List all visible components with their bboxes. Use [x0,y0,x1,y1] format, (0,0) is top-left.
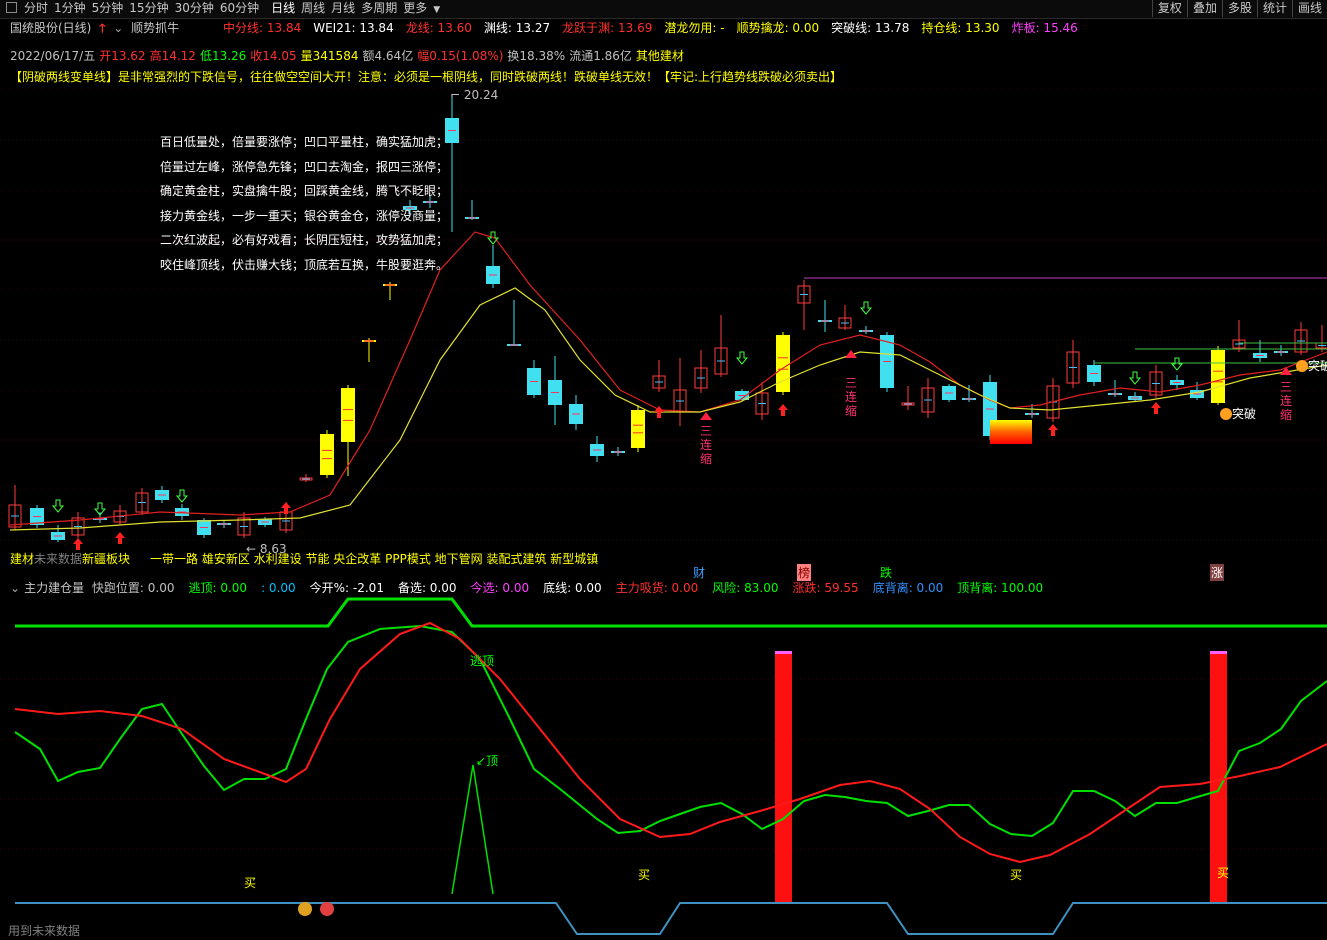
buy-arrow-icon [1048,424,1058,436]
breakout-label-2: 突破 [1296,357,1327,374]
heart-badge-icon [320,902,334,916]
candle-body [341,388,355,442]
concept-bar: 建材未来数据新疆板块 一带一路 雄安新区 水利建设 节能 央企改革 PPP模式 地… [10,550,598,568]
sell-arrow-icon [1170,357,1184,371]
breakout-text: 突破 [1232,407,1257,421]
sub-indicator-chart[interactable] [0,579,1327,938]
buy-arrow-icon [1151,402,1161,414]
breakout-label: 突破 [1220,405,1256,422]
risk-line [15,597,1327,628]
escape-top-label: 逃顶 [470,654,495,668]
buy-arrow-icon [115,532,125,544]
money-bag-icon [298,902,312,916]
buy-label: 买 [1217,866,1230,880]
buy-label: 买 [244,876,257,890]
buy-arrow-icon [73,538,83,550]
poem-line: 确定黄金柱，实盘擒牛股；回踩黄金线，腾飞不眨眼； [160,184,449,198]
candle-body [320,434,334,475]
top-label-text: 顶 [486,754,499,768]
poem-block: 百日低量处，倍量要涨停；凹口平量柱，确实猛加虎； 倍量过左峰，涨停急先锋；凹口去… [160,130,448,277]
high-price-value: 20.24 [463,88,499,102]
poem-line: 接力黄金线，一步一重天；银谷黄金仓，涨停没商量； [160,208,449,223]
breakout-text: 突破 [1308,359,1327,373]
ma-yellow-line [9,287,1327,531]
sell-arrow-icon [51,499,65,513]
top-label: ↙顶 [476,754,499,768]
sell-arrow-icon [735,351,749,365]
breakout-icon [1220,408,1232,420]
poem-line: 倍量过左峰，涨停急先锋；凹口去淘金，报四三涨停； [160,159,449,174]
three-shrink-label: 三连缩 [700,424,713,466]
sell-arrow-icon [859,301,873,315]
buy-arrow-icon [778,404,788,416]
concept-sector: 建材 [10,552,35,566]
concept-xinjiang: 新疆板块 [82,552,131,566]
hot-block [990,420,1032,444]
buy-label: 买 [1010,868,1023,882]
fast-line [14,624,1327,838]
future-data-tag: 未来数据 [34,552,83,566]
breakout-icon [1296,360,1308,372]
top-spike [451,764,494,895]
poem-line: 百日低量处，倍量要涨停；凹口平量柱，确实猛加虎； [160,135,449,149]
main-buy-cap [775,651,792,654]
sell-arrow-icon [1128,371,1142,385]
buy-label: 买 [638,868,651,882]
main-buy-bar [775,651,792,903]
candle-body [1211,350,1225,403]
slow-line [14,621,1327,864]
candle-body [631,410,645,448]
three-shrink-label: 三连缩 [1280,380,1293,422]
high-price-label: ⌐ 20.24 [450,88,499,102]
bottom-line [15,902,1327,935]
poem-line: 二次红波起，必有好戏看；长阴压短柱，攻势猛加虎； [160,233,449,247]
poem-line: 咬住峰顶线，伏击赚大钱；顶底若互换，牛股要逛奔。 [160,257,449,272]
candlestick-chart[interactable] [0,0,1327,560]
three-shrink-label: 三连缩 [845,376,858,418]
concept-list: 一带一路 雄安新区 水利建设 节能 央企改革 PPP模式 地下管网 装配式建筑 … [150,552,599,566]
sell-arrow-icon [175,489,189,503]
main-buy-cap [1210,651,1227,654]
footer-future-data: 用到未来数据 [8,924,81,938]
signal-triangle [700,412,712,420]
